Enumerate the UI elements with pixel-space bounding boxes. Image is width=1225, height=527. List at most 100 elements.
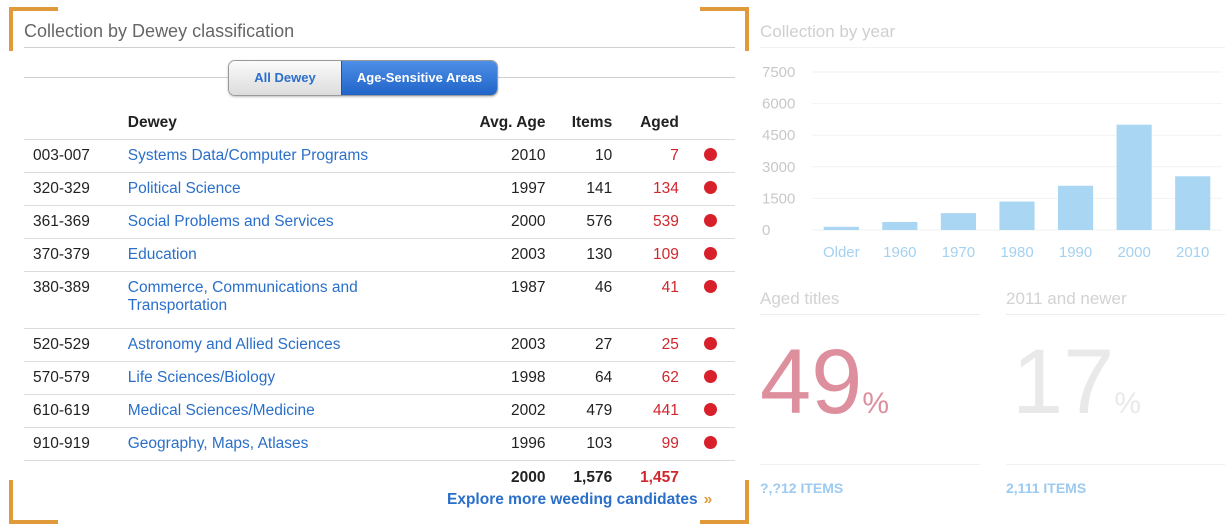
divider: [1006, 464, 1225, 465]
aged-titles-percent: 49%: [760, 332, 889, 454]
aged-titles-value: 49: [760, 331, 863, 433]
status-dot-icon: [703, 337, 717, 350]
totals-spacer: [679, 460, 735, 494]
avg-age: 2000: [437, 205, 547, 239]
status-cell: [679, 361, 735, 395]
table-row: 610-619 Medical Sciences/Medicine 2002 4…: [24, 394, 735, 428]
newer-percent: 17%: [1012, 332, 1141, 454]
total-aged: 1,457: [613, 460, 680, 494]
divider: [760, 314, 980, 315]
dewey-class-link[interactable]: Geography, Maps, Atlases: [126, 427, 438, 461]
divider: [760, 464, 980, 465]
dewey-class-link[interactable]: Astronomy and Allied Sciences: [126, 328, 438, 362]
dewey-code: 361-369: [24, 205, 127, 239]
divider: [760, 47, 1225, 48]
all-dewey-classes-button[interactable]: All Dewey Classes: [229, 61, 341, 95]
table-row: 520-529 Astronomy and Allied Sciences 20…: [24, 328, 735, 362]
chart-bar: [823, 226, 859, 230]
dewey-panel: Collection by Dewey classification All D…: [0, 0, 750, 527]
dewey-class-link[interactable]: Commerce, Communications and Transportat…: [126, 271, 438, 329]
status-cell: [679, 205, 735, 239]
dewey-class-link[interactable]: Life Sciences/Biology: [126, 361, 438, 395]
aged-count: 109: [613, 238, 680, 272]
table-row: 380-389 Commerce, Communications and Tra…: [24, 271, 735, 329]
dewey-code: 910-919: [24, 427, 127, 461]
aged-titles-label: Aged titles: [760, 289, 840, 308]
avg-age: 1996: [437, 427, 547, 461]
status-cell: [679, 271, 735, 329]
avg-age-header[interactable]: Avg. Age: [437, 106, 546, 140]
x-tick-label: 2000: [1117, 244, 1150, 261]
y-tick-label: 7500: [762, 64, 795, 81]
x-tick-label: 1970: [942, 244, 975, 261]
avg-age: 1997: [437, 172, 547, 206]
aged-count: 25: [613, 328, 680, 362]
status-dot-icon: [703, 280, 717, 293]
items-count: 10: [546, 139, 614, 173]
explore-weeding-link[interactable]: Explore more weeding candidates »: [447, 491, 712, 509]
x-tick-label: 1960: [883, 244, 916, 261]
aged-items-count[interactable]: ?,?12 ITEMS: [760, 480, 843, 496]
status-dot-icon: [703, 148, 717, 161]
table-row: 570-579 Life Sciences/Biology 1998 64 62: [24, 361, 735, 395]
percent-sign: %: [862, 387, 890, 420]
divider: [1006, 314, 1225, 315]
status-dot-icon: [703, 370, 717, 383]
status-cell: [679, 427, 735, 461]
x-tick-label: 1980: [1000, 244, 1033, 261]
chart-bar: [940, 213, 976, 230]
dewey-header[interactable]: Dewey: [127, 106, 438, 140]
dewey-table: Dewey Avg. Age Items Aged 003-007 System…: [24, 106, 735, 494]
divider: [24, 47, 735, 48]
newer-label: 2011 and newer: [1006, 289, 1127, 308]
status-dot-icon: [703, 403, 717, 416]
avg-age: 2010: [437, 139, 547, 173]
avg-age: 2002: [437, 394, 547, 428]
dewey-class-link[interactable]: Medical Sciences/Medicine: [126, 394, 438, 428]
year-panel: Collection by year 7500 6000 4500 3000 1500 0…: [752, 0, 1225, 527]
y-tick-label: 6000: [762, 96, 795, 113]
status-cell: [679, 172, 735, 206]
dewey-class-link[interactable]: Systems Data/Computer Programs: [126, 139, 438, 173]
dewey-class-link[interactable]: Social Problems and Services: [126, 205, 438, 239]
items-count: 130: [546, 238, 614, 272]
items-count: 479: [546, 394, 614, 428]
table-row: 910-919 Geography, Maps, Atlases 1996 10…: [24, 427, 735, 461]
table-row: 370-379 Education 2003 130 109: [24, 238, 735, 272]
items-count: 103: [546, 427, 614, 461]
aged-count: 539: [613, 205, 680, 239]
status-dot-icon: [703, 436, 717, 449]
explore-label: Explore more weeding candidates: [447, 491, 698, 508]
status-cell: [679, 238, 735, 272]
double-chevron-right-icon: »: [703, 491, 713, 508]
chart-bar: [1116, 124, 1152, 230]
items-header[interactable]: Items: [547, 106, 614, 140]
status-dot-icon: [703, 214, 717, 227]
y-tick-label: 4500: [762, 127, 795, 144]
aged-count: 441: [613, 394, 680, 428]
newer-items-count[interactable]: 2,111 ITEMS: [1006, 480, 1086, 496]
dewey-code: 380-389: [24, 271, 127, 329]
dewey-class-link[interactable]: Political Science: [126, 172, 438, 206]
x-tick-label: 2010: [1176, 244, 1209, 261]
table-row: 003-007 Systems Data/Computer Programs 2…: [24, 139, 735, 173]
age-sensitive-areas-button[interactable]: Age-Sensitive Areas: [341, 61, 497, 95]
items-count: 576: [546, 205, 614, 239]
totals-spacer: [126, 460, 438, 494]
aged-header[interactable]: Aged: [613, 106, 680, 140]
year-bar-chart: 7500 6000 4500 3000 1500 0 Older 1960 1970 1980 19…: [762, 64, 1222, 261]
chart-bar: [882, 221, 918, 230]
status-cell: [679, 328, 735, 362]
items-count: 46: [546, 271, 614, 329]
avg-age: 1998: [437, 361, 547, 395]
table-row: 320-329 Political Science 1997 141 134: [24, 172, 735, 206]
dewey-class-link[interactable]: Education: [126, 238, 438, 272]
items-count: 27: [546, 328, 614, 362]
chart-bar: [999, 201, 1035, 230]
status-cell: [679, 394, 735, 428]
aged-count: 41: [613, 271, 680, 329]
status-dot-icon: [703, 181, 717, 194]
total-avg-age: 2000: [437, 460, 547, 494]
dewey-code: 610-619: [24, 394, 127, 428]
aged-count: 7: [613, 139, 680, 173]
